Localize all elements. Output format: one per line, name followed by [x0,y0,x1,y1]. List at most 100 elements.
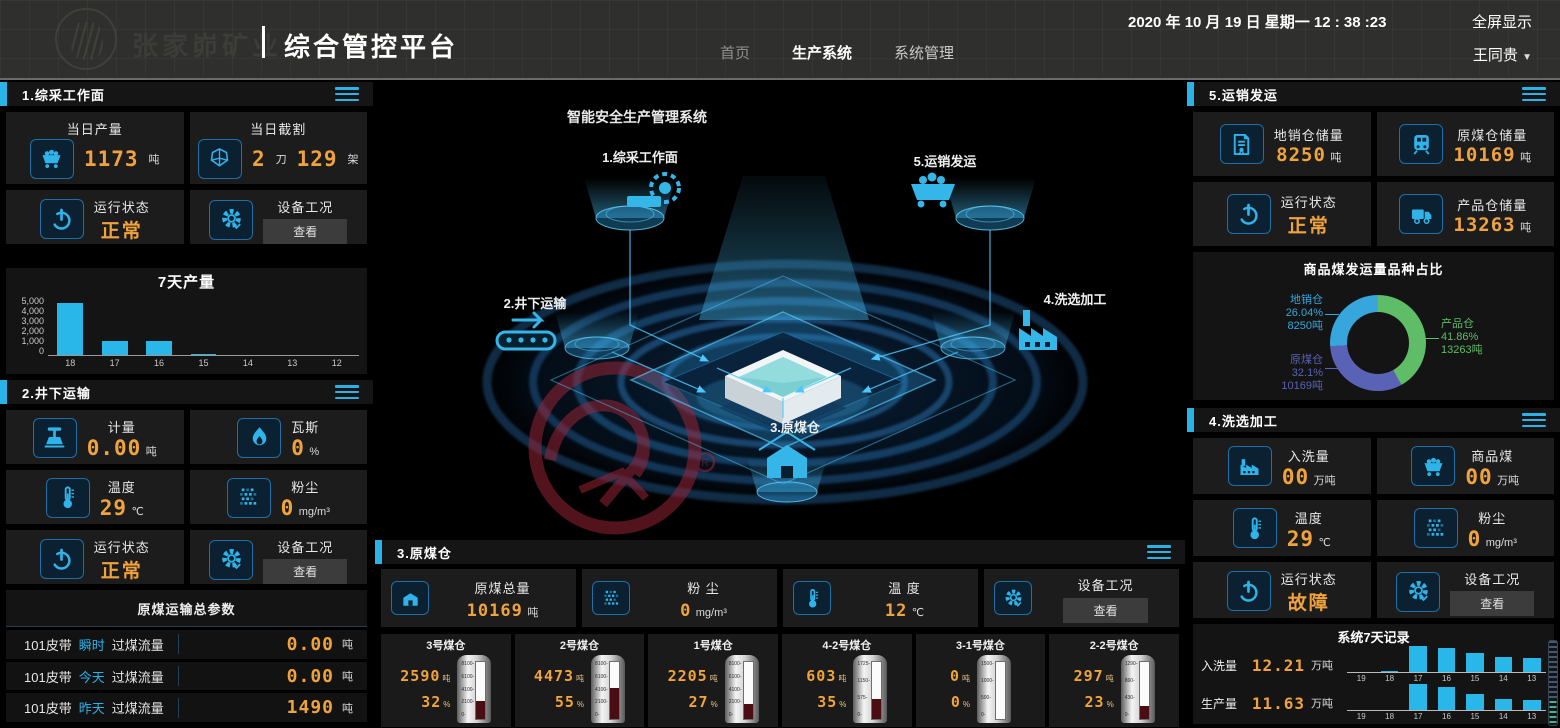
stat-card-temperature: 温 度 12 ℃ [783,569,978,627]
panel-title: 4.洗选加工 [1209,411,1278,430]
stat-value: 29 [1287,527,1314,551]
gear-icon [994,581,1032,615]
menu-icon[interactable] [1522,413,1546,427]
panel-workface: 1.综采工作面 当日产量 1173 吨 当日截割 2 刀 129 架 [0,82,373,378]
scene-title: 智能安全生产管理系统 [566,109,707,125]
view-button[interactable]: 查看 [1450,591,1534,616]
silo-tick-label: 4100- [595,688,608,693]
silo-tick-label: 1290- [1125,662,1138,667]
x-tick-label: 16 [1442,712,1451,721]
silo-cell: 3-1号煤仓 0吨 0% 1500-1000-500-0- [916,634,1046,727]
stat-card-run-status: 运行状态 故障 [1193,562,1371,618]
weekly-row: 入洗量 12.21 万吨 19181716151413 [1201,646,1546,684]
table-row: 101皮带 昨天 过煤流量 1490 吨 [6,693,367,722]
stat-label: 瓦斯 [291,417,319,436]
menu-icon[interactable] [335,87,359,101]
silo-tick-label: 1150- [857,679,870,684]
contract-doc-icon [1220,124,1264,164]
bar [1466,694,1484,710]
donut-chart [1330,295,1426,391]
stat-value: 00 [1282,465,1309,489]
silo-tick-label: 0- [461,713,474,718]
mini-bar-chart: 19181716151413 [1347,646,1546,684]
silo-cell: 1号煤仓 2205吨 27% 8100-6100-4100-2100-0- [648,634,778,727]
x-tick-label: 17 [110,358,120,368]
silo-tons: 4473 [534,667,574,685]
menu-icon[interactable] [1147,545,1171,559]
donut-connector [1425,338,1439,339]
x-tick-label: 19 [1357,712,1366,721]
bar-plot: 19181716151413 [1347,646,1546,673]
view-button[interactable]: 查看 [263,219,347,244]
bar-slot: 18 [1375,646,1403,672]
stat-value: 0 [680,601,691,621]
table-title: 原煤运输总参数 [6,590,367,627]
nav-item-system[interactable]: 系统管理 [894,42,954,63]
donut-connector [1325,368,1339,369]
metric-unit: 万吨 [1311,657,1341,673]
transport-params-table: 原煤运输总参数 101皮带 瞬时 过煤流量 0.00 吨 101皮带 今天 过煤… [6,590,367,722]
silo-tons-unit: 吨 [962,673,970,684]
bar-slot: 12 [315,296,359,355]
nav-item-home[interactable]: 首页 [720,42,750,63]
stat-card-run-status: 运行状态 正常 [1193,182,1371,246]
menu-icon[interactable] [1522,87,1546,101]
bar [57,303,83,355]
view-button[interactable]: 查看 [1063,598,1147,623]
fullscreen-button[interactable]: 全屏显示 [1472,11,1532,32]
view-button[interactable]: 查看 [263,559,347,584]
stat-label: 运行状态 [94,197,150,216]
flow-value: 0.00 [287,666,334,687]
stat-unit: 万吨 [1497,475,1519,487]
stat-value-frames: 129 [297,147,338,171]
silo-tick-label: 1725- [857,662,870,667]
x-tick-label: 13 [1527,674,1536,683]
table-row: 101皮带 瞬时 过煤流量 0.00 吨 [6,630,367,659]
x-tick-label: 14 [1499,712,1508,721]
nav-item-production[interactable]: 生产系统 [792,42,852,63]
mini-bar-chart: 19181716151413 [1347,684,1546,722]
scene-node-label: 3.原煤仓 [770,420,821,435]
x-tick-label: 19 [1357,674,1366,683]
silo-cell: 2-2号煤仓 297吨 23% 1290-860-430-0- [1049,634,1179,727]
stat-label: 温度 [108,477,136,496]
stat-card-dust: 粉尘 0 mg/m³ [190,470,368,524]
stat-card-product-storage: 产品仓储量 13263 吨 [1377,182,1555,246]
silo-name: 3号煤仓 [426,637,465,653]
x-tick-label: 12 [332,358,342,368]
stat-card-device: 设备工况 查看 [190,190,368,244]
x-tick-label: 14 [243,358,253,368]
stat-unit-frames: 架 [348,151,359,167]
weekly-record-card: 系统7天记录 入洗量 12.21 万吨 19181716151413 生产量 1… [1193,624,1554,724]
silo-tons: 2590 [400,667,440,685]
silo-percent-unit: % [1107,700,1114,709]
warehouse-icon [391,581,429,615]
train-icon [1399,124,1443,164]
y-tick-label: 3,000 [21,316,44,326]
bar [1495,657,1513,672]
x-tick-label: 15 [198,358,208,368]
donut-label-rawcoal: 原煤仓 32.1% 10169吨 [1223,354,1323,394]
silo-cell: 3号煤仓 2590吨 32% 8100-6100-4100-2100-0- [381,634,511,727]
silo-percent-unit: % [577,700,584,709]
menu-icon[interactable] [335,385,359,399]
bar [1438,687,1456,710]
stat-unit: 吨 [1330,152,1341,164]
stat-label: 温 度 [888,578,921,597]
stat-unit: 吨 [146,446,157,458]
metric-label: 生产量 [1201,695,1245,712]
user-menu[interactable]: 王同贵 ▼ [1473,44,1532,65]
stat-label: 运行状态 [1281,569,1337,588]
panel-workface-header: 1.综采工作面 [0,82,373,106]
mine-cart-icon [30,139,74,179]
dust-icon [227,478,271,518]
scrollbar[interactable] [1548,640,1558,726]
stat-value: 13263 [1453,214,1515,236]
silo-cell: 2号煤仓 4473吨 55% 8100-6100-4100-2100-0- [515,634,645,727]
bar [1438,648,1456,672]
silo-graphic: 8100-6100-4100-2100-0- [591,655,625,723]
stat-card-raw-coal-storage: 原煤仓储量 10169 吨 [1377,112,1555,176]
panel-washing: 4.洗选加工 入洗量 00 万吨 商品煤 [1187,408,1560,728]
gear-icon [209,540,253,580]
stat-card-daily-output: 当日产量 1173 吨 [6,112,184,184]
